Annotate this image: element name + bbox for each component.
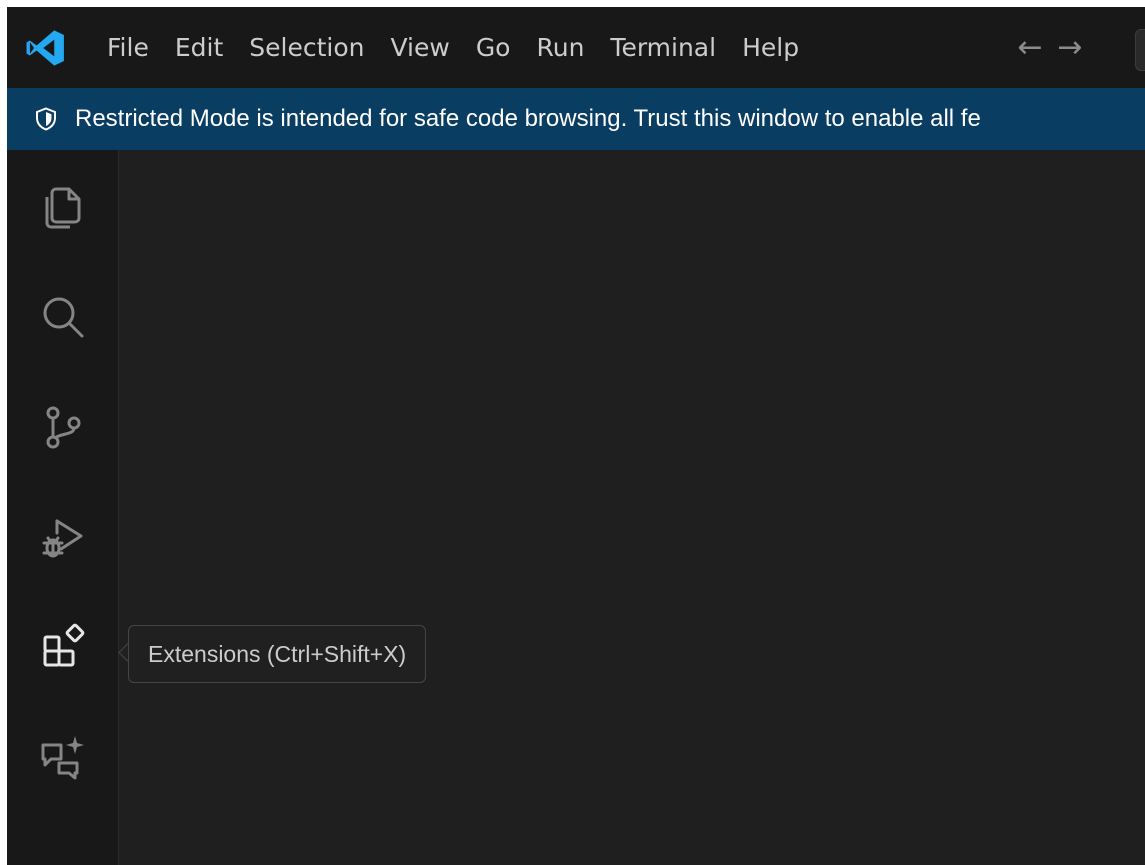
chat-sparkle-icon — [41, 736, 84, 780]
activity-chat[interactable] — [7, 712, 118, 802]
menu-file[interactable]: File — [94, 7, 162, 88]
activity-explorer[interactable] — [7, 162, 118, 252]
menu-view[interactable]: View — [377, 7, 462, 88]
menu-selection[interactable]: Selection — [236, 7, 377, 88]
source-control-icon — [46, 406, 80, 449]
menu-go[interactable]: Go — [463, 7, 524, 88]
forward-arrow-icon[interactable]: → — [1050, 7, 1090, 88]
command-center-search[interactable] — [1135, 29, 1145, 71]
activity-extensions[interactable] — [7, 602, 118, 692]
search-icon — [43, 297, 83, 338]
navigation-arrows: ← → — [1010, 7, 1090, 88]
activity-run-debug[interactable] — [7, 492, 118, 582]
menu-edit[interactable]: Edit — [162, 7, 236, 88]
title-bar: File Edit Selection View Go Run Terminal… — [7, 7, 1145, 88]
files-icon — [45, 187, 80, 229]
restricted-mode-banner[interactable]: Restricted Mode is intended for safe cod… — [7, 88, 1145, 150]
tooltip-text: Extensions (Ctrl+Shift+X) — [148, 640, 407, 667]
back-arrow-icon[interactable]: ← — [1010, 7, 1050, 88]
menu-terminal[interactable]: Terminal — [597, 7, 729, 88]
activity-bar — [7, 150, 119, 865]
shield-icon — [36, 107, 56, 131]
vscode-window: File Edit Selection View Go Run Terminal… — [7, 7, 1145, 865]
menu-run[interactable]: Run — [523, 7, 597, 88]
extensions-tooltip: Extensions (Ctrl+Shift+X) — [128, 625, 427, 683]
vscode-logo-icon — [26, 30, 64, 66]
run-debug-icon — [42, 519, 82, 558]
menu-help[interactable]: Help — [729, 7, 812, 88]
activity-search[interactable] — [7, 272, 118, 362]
editor-area[interactable] — [119, 150, 1145, 865]
extensions-icon — [43, 623, 84, 667]
restricted-mode-message: Restricted Mode is intended for safe cod… — [75, 105, 981, 132]
activity-source-control[interactable] — [7, 382, 118, 472]
menu-bar: File Edit Selection View Go Run Terminal… — [94, 7, 812, 88]
